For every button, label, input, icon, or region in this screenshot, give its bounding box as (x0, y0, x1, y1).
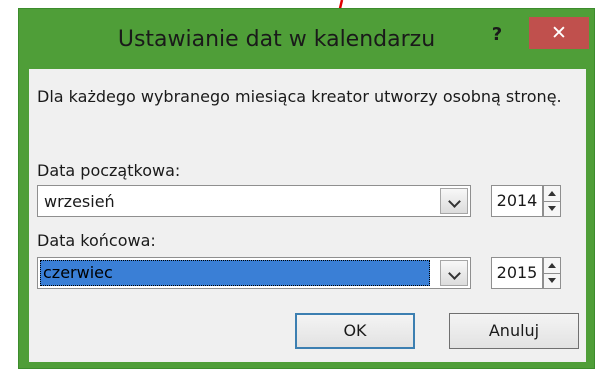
chevron-down-icon (448, 267, 461, 280)
screen: Ustawianie dat w kalendarzu ? ✕ Dla każd… (0, 0, 595, 369)
calendar-dates-dialog: Ustawianie dat w kalendarzu ? ✕ Dla każd… (18, 8, 595, 369)
end-year-spinner[interactable] (543, 257, 561, 289)
triangle-down-icon (548, 278, 556, 283)
triangle-up-icon (548, 191, 556, 196)
close-button[interactable]: ✕ (529, 17, 589, 49)
end-month-dropdown[interactable]: czerwiec (37, 257, 471, 289)
dialog-body: Dla każdego wybranego miesiąca kreator u… (29, 69, 586, 362)
description-text: Dla każdego wybranego miesiąca kreator u… (37, 87, 562, 106)
ok-button[interactable]: OK (295, 313, 415, 349)
start-date-label: Data początkowa: (37, 161, 181, 180)
close-icon: ✕ (551, 22, 567, 44)
title-bar: Ustawianie dat w kalendarzu ? ✕ (19, 9, 594, 69)
end-year-decrement[interactable] (544, 273, 560, 288)
start-year-field[interactable]: 2014 (491, 185, 543, 217)
start-year-decrement[interactable] (544, 201, 560, 216)
chevron-down-icon (448, 195, 461, 208)
end-year-increment[interactable] (544, 258, 560, 274)
end-month-dropdown-button[interactable] (440, 260, 468, 286)
end-date-label: Data końcowa: (37, 231, 156, 250)
cancel-button[interactable]: Anuluj (449, 313, 579, 349)
start-month-dropdown-button[interactable] (440, 188, 468, 214)
end-month-value: czerwiec (40, 260, 430, 286)
end-year-field[interactable]: 2015 (491, 257, 543, 289)
dialog-title: Ustawianie dat w kalendarzu (117, 27, 436, 52)
triangle-up-icon (548, 263, 556, 268)
start-month-value: wrzesień (44, 192, 115, 211)
help-button[interactable]: ? (480, 21, 514, 49)
start-year-spinner[interactable] (543, 185, 561, 217)
start-month-dropdown[interactable]: wrzesień (37, 185, 471, 217)
triangle-down-icon (548, 206, 556, 211)
start-year-increment[interactable] (544, 186, 560, 202)
